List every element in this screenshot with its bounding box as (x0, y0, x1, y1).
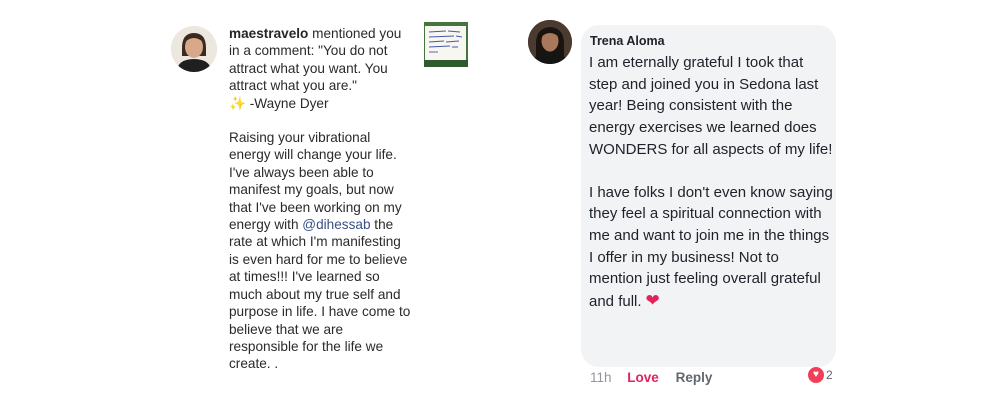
red-heart-icon: ❤ (645, 291, 660, 311)
maestravelo-avatar[interactable] (171, 26, 217, 72)
love-reaction-button[interactable]: Love (627, 370, 659, 385)
comment-paragraph: Raising your vibrational energy will cha… (229, 129, 414, 373)
commenter-name[interactable]: Trena Aloma (590, 34, 665, 48)
comment-text: I am eternally grateful I took that step… (589, 52, 834, 313)
comment-paragraph-2-text: I have folks I don't even know saying th… (589, 183, 833, 311)
quote-author: -Wayne Dyer (245, 95, 329, 111)
trena-aloma-avatar[interactable] (528, 20, 572, 64)
sparkle-icon: ✨ (229, 95, 246, 111)
mention-line: maestravelo mentioned you in a comment: … (229, 25, 414, 95)
comment-paragraph-1: I am eternally grateful I took that step… (589, 54, 833, 158)
love-reaction-icon: ♥ (808, 367, 824, 383)
quote-author-line: ✨ -Wayne Dyer (229, 95, 414, 112)
instagram-notification: maestravelo mentioned you in a comment: … (229, 25, 414, 373)
paragraph-after-mention: the rate at which I'm manifesting is eve… (229, 217, 411, 372)
username-link[interactable]: maestravelo (229, 26, 308, 41)
mention-link[interactable]: @dihessab (302, 217, 370, 232)
reaction-count: 2 (826, 368, 833, 382)
post-thumbnail[interactable] (424, 22, 468, 67)
comment-timestamp[interactable]: 11h (590, 370, 612, 385)
comment-actions: 11h Love Reply (590, 370, 724, 385)
reaction-summary[interactable]: ♥ 2 (808, 367, 833, 383)
reply-button[interactable]: Reply (676, 370, 713, 385)
comment-paragraph-2: I have folks I don't even know saying th… (589, 182, 834, 313)
